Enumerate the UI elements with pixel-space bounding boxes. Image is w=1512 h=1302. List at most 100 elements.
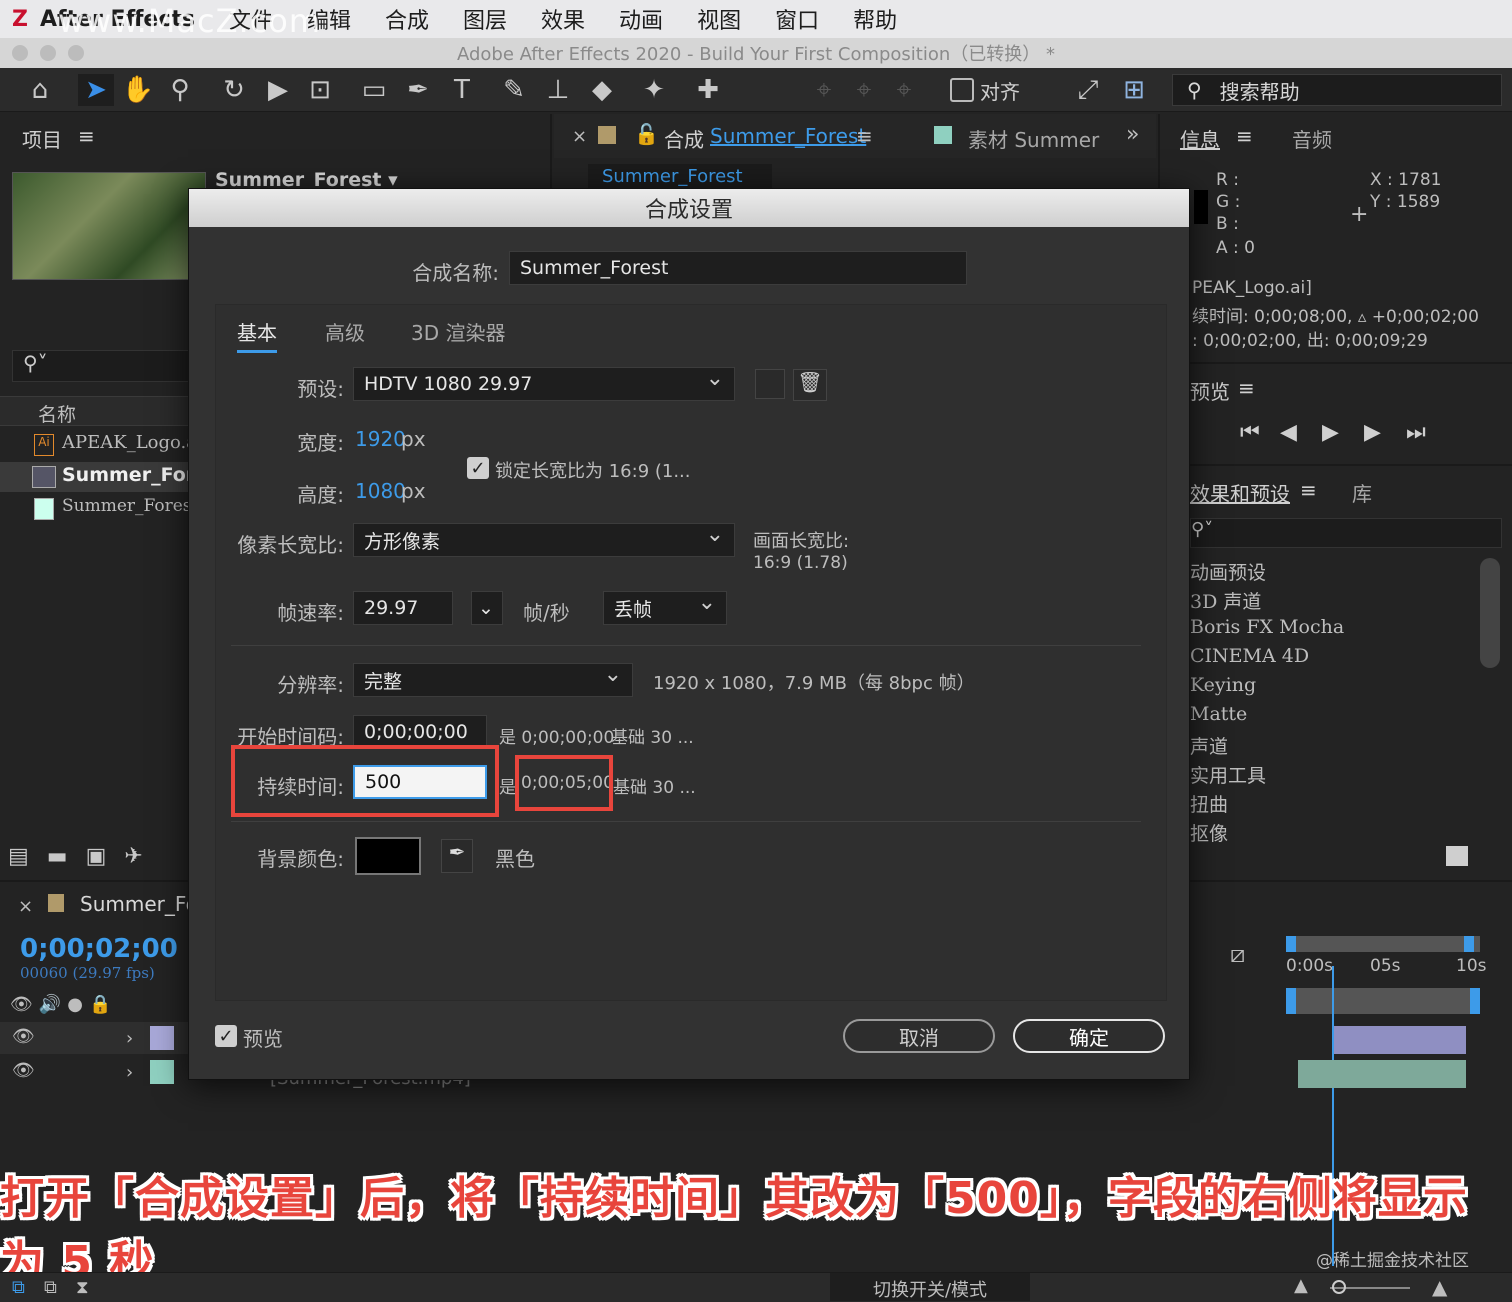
axis-local-icon[interactable]: ⌖ (806, 74, 842, 106)
minimize-window-button[interactable] (40, 45, 56, 61)
menu-composition[interactable]: 合成 (385, 3, 429, 35)
workspace-icon[interactable]: ⊞ (1116, 74, 1152, 106)
panel-menu-icon[interactable]: ≡ (856, 124, 873, 148)
roto-brush-tool-icon[interactable]: ✦ (636, 74, 672, 106)
graph-editor-icon[interactable]: ⧄ (1230, 940, 1245, 968)
close-tab-icon[interactable]: × (572, 126, 587, 147)
rectangle-tool-icon[interactable]: ▭ (356, 74, 392, 106)
navigator-end-handle[interactable] (1464, 936, 1474, 952)
comp-name-input[interactable]: Summer_Forest (509, 251, 967, 285)
layer-bar[interactable] (1298, 1060, 1466, 1088)
new-folder-icon[interactable] (1446, 846, 1468, 866)
panel-menu-icon[interactable]: ≡ (1236, 124, 1253, 148)
save-preset-icon[interactable] (755, 369, 785, 399)
menu-animation[interactable]: 动画 (619, 3, 663, 35)
menu-help[interactable]: 帮助 (853, 3, 897, 35)
list-item[interactable]: Ai APEAK_Logo.ai (0, 430, 203, 460)
render-time-icon[interactable]: ⧗ (76, 1277, 89, 1298)
effect-item[interactable]: 抠像 (1190, 819, 1228, 846)
effect-item[interactable]: 实用工具 (1190, 761, 1266, 788)
previous-frame-icon[interactable]: ◀ (1280, 420, 1297, 445)
zoom-slider-handle[interactable] (1332, 1280, 1346, 1294)
project-footer-icons[interactable]: ▤▬▣✈ (8, 844, 161, 869)
pixel-aspect-dropdown[interactable]: 方形像素 (353, 522, 735, 557)
cancel-button[interactable]: 取消 (843, 1019, 995, 1053)
effect-item[interactable]: 动画预设 (1190, 558, 1266, 585)
panel-menu-icon[interactable]: ≡ (78, 124, 95, 148)
zoom-window-button[interactable] (68, 45, 84, 61)
eraser-tool-icon[interactable]: ◆ (584, 74, 620, 106)
tab-info[interactable]: 信息 (1180, 124, 1220, 153)
home-icon[interactable]: ⌂ (22, 74, 58, 106)
next-frame-icon[interactable]: ▶ (1364, 420, 1381, 445)
effect-item[interactable]: Matte (1190, 703, 1247, 725)
list-item[interactable]: Summer_Fore (0, 462, 208, 492)
toggle-switches-modes-button[interactable]: 切换开关/模式 (830, 1273, 1030, 1301)
effect-item[interactable]: 3D 声道 (1190, 587, 1261, 614)
effect-item[interactable]: CINEMA 4D (1190, 645, 1309, 667)
tab-basic[interactable]: 基本 (237, 317, 277, 353)
tab-audio[interactable]: 音频 (1292, 124, 1332, 153)
menu-effect[interactable]: 效果 (541, 3, 585, 35)
camera-tool-icon[interactable]: ▶ (260, 74, 296, 106)
hand-tool-icon[interactable]: ✋ (120, 74, 156, 106)
axis-view-icon[interactable]: ⌖ (886, 74, 922, 106)
effect-item[interactable]: 扭曲 (1190, 790, 1228, 817)
play-icon[interactable]: ▶ (1322, 420, 1339, 445)
current-time-display[interactable]: 0;00;02;00 (20, 934, 178, 964)
puppet-pin-tool-icon[interactable]: ✚ (690, 74, 726, 106)
pen-tool-icon[interactable]: ✒ (400, 74, 436, 106)
timeline-tab[interactable]: Summer_Fo (80, 892, 198, 916)
lock-icon[interactable]: 🔓 (634, 122, 659, 146)
search-help-field[interactable]: ⚲ 搜索帮助 (1172, 74, 1502, 106)
expand-icon[interactable]: ⤢ (1070, 74, 1106, 106)
list-item[interactable]: Summer_Forest. (0, 494, 204, 524)
project-search-input[interactable]: ⚲˅ (12, 350, 192, 382)
effects-search-input[interactable]: ⚲˅ (1190, 518, 1502, 548)
zoom-in-icon[interactable]: ▲ (1432, 1275, 1447, 1299)
tab-composition[interactable]: Summer_Forest (710, 124, 866, 148)
layer-icon[interactable]: ⧉ (12, 1277, 25, 1298)
tab-3d-renderer[interactable]: 3D 渲染器 (411, 317, 505, 346)
width-value[interactable]: 1920 (355, 427, 406, 451)
start-timecode-input[interactable]: 0;00;00;00 (353, 715, 487, 749)
height-value[interactable]: 1080 (355, 479, 406, 503)
effects-panel-title[interactable]: 效果和预设 (1190, 478, 1290, 507)
flowchart-icon[interactable]: ⧉ (44, 1277, 57, 1298)
apple-logo-icon[interactable]: Z (0, 0, 40, 38)
axis-world-icon[interactable]: ⌖ (846, 74, 882, 106)
drop-frame-dropdown[interactable]: 丢帧 (603, 590, 727, 625)
menu-view[interactable]: 视图 (697, 3, 741, 35)
panel-menu-icon[interactable]: ≡ (1300, 478, 1317, 502)
panel-menu-icon[interactable]: ≡ (1238, 376, 1255, 400)
delete-preset-icon[interactable]: 🗑 (793, 369, 827, 401)
layer-switch-icons[interactable]: 👁🔊●🔒 (10, 994, 117, 1015)
layer-bar[interactable] (1334, 1026, 1466, 1054)
menu-window[interactable]: 窗口 (775, 3, 819, 35)
table-row[interactable]: 👁 › (0, 1056, 188, 1088)
navigator-start-handle[interactable] (1286, 936, 1296, 952)
effect-item[interactable]: Keying (1190, 674, 1256, 696)
table-row[interactable]: 👁 › (0, 1022, 188, 1054)
frame-rate-dropdown[interactable]: ⌄ (471, 591, 503, 625)
menu-layer[interactable]: 图层 (463, 3, 507, 35)
tab-footage[interactable]: 素材 Summer (968, 124, 1099, 153)
resolution-dropdown[interactable]: 完整 (353, 662, 633, 697)
lock-aspect-checkbox[interactable]: ✓ (467, 457, 489, 479)
preview-checkbox[interactable]: ✓ (215, 1025, 237, 1047)
align-checkbox[interactable] (950, 78, 974, 102)
zoom-out-icon[interactable]: ▲ (1294, 1275, 1308, 1296)
frame-rate-input[interactable]: 29.97 (353, 591, 453, 625)
preview-panel-title[interactable]: 预览 (1190, 376, 1230, 405)
ok-button[interactable]: 确定 (1013, 1019, 1165, 1053)
tab-advanced[interactable]: 高级 (325, 317, 365, 346)
rotate-tool-icon[interactable]: ↻ (216, 74, 252, 106)
visibility-icon[interactable]: 👁 (12, 1026, 35, 1047)
eyedropper-icon[interactable]: ✒ (441, 839, 473, 873)
pan-behind-tool-icon[interactable]: ⊡ (302, 74, 338, 106)
effect-item[interactable]: Boris FX Mocha (1190, 616, 1344, 638)
time-navigator[interactable] (1286, 936, 1480, 952)
overflow-tabs-icon[interactable]: » (1126, 122, 1139, 147)
column-name-label[interactable]: 名称 (38, 400, 76, 427)
clone-stamp-tool-icon[interactable]: ⊥ (540, 74, 576, 106)
